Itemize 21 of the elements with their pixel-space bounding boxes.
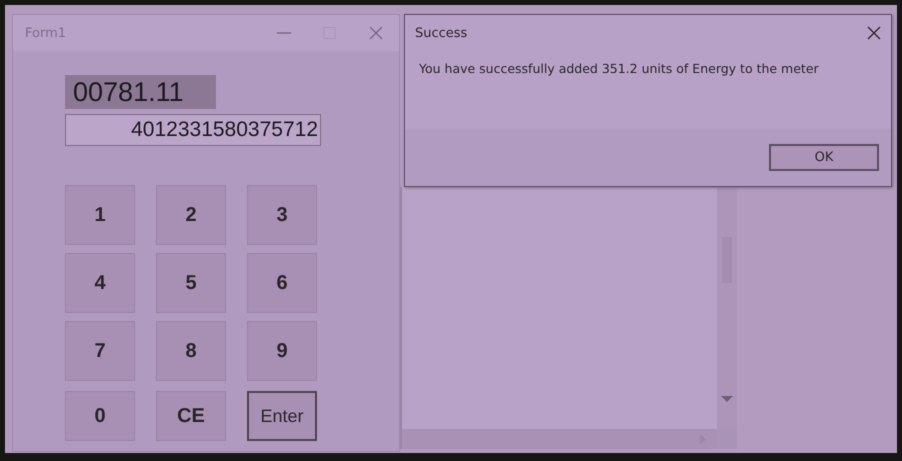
digit-key[interactable]: 9 xyxy=(247,321,317,381)
digit-key[interactable]: 1 xyxy=(65,185,135,245)
digit-key[interactable]: 0 xyxy=(65,391,135,441)
ok-button[interactable]: OK xyxy=(769,144,879,171)
digit-key[interactable]: 2 xyxy=(156,185,226,245)
input-field[interactable]: 4012331580375712 xyxy=(65,114,321,146)
digit-key[interactable]: 7 xyxy=(65,321,135,381)
enter-button[interactable]: Enter xyxy=(247,391,317,441)
list-box[interactable] xyxy=(402,187,717,429)
digit-key[interactable]: 5 xyxy=(156,253,226,313)
close-icon[interactable] xyxy=(867,26,881,40)
digit-key[interactable]: 3 xyxy=(247,185,317,245)
digit-key[interactable]: 6 xyxy=(247,253,317,313)
clear-button[interactable]: CE xyxy=(156,391,226,441)
dialog-message: You have successfully added 351.2 units of Energy to the meter xyxy=(419,61,819,76)
window-title: Form1 xyxy=(25,26,68,40)
digit-key[interactable]: 8 xyxy=(156,321,226,381)
meter-reading: 00781.11 xyxy=(65,75,216,109)
digit-key[interactable]: 4 xyxy=(65,253,135,313)
dialog-title: Success xyxy=(415,26,468,40)
scroll-down-icon[interactable] xyxy=(721,395,733,403)
